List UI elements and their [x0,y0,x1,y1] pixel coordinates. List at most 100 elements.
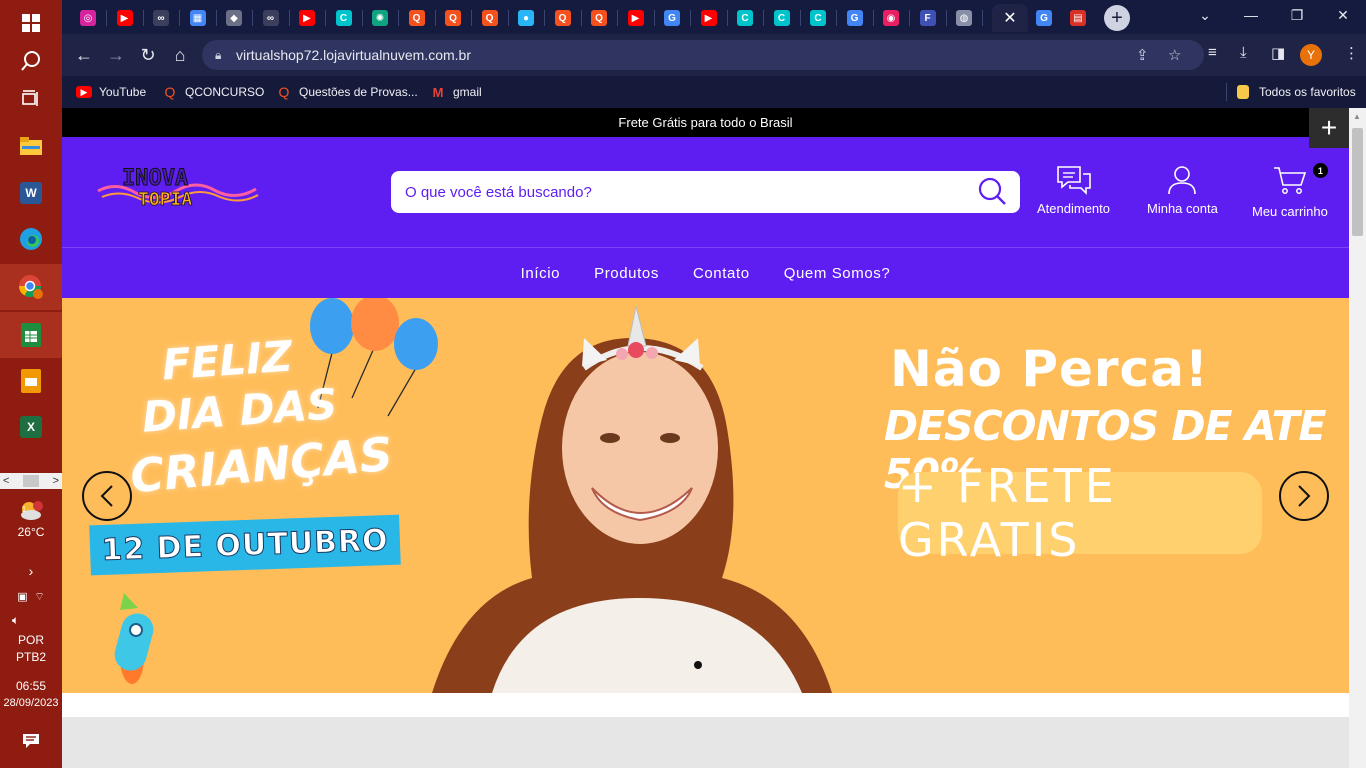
bookmark-star-icon[interactable]: ☆ [1168,46,1181,64]
nav-quem-somos[interactable]: Quem Somos? [784,265,891,282]
notifications-icon[interactable] [0,718,62,764]
restore-button[interactable]: ❐ [1274,0,1320,30]
browser-tab[interactable]: ▶ [107,4,143,32]
nav-produtos[interactable]: Produtos [594,265,659,282]
nav-contato[interactable]: Contato [693,265,750,282]
browser-tab[interactable]: Q [581,4,617,32]
bookmark-qconcurso[interactable]: Q QCONCURSO [162,83,265,101]
new-tab-button[interactable]: + [1104,5,1130,31]
bookmark-questoes[interactable]: Q Questões de Provas... [276,83,418,101]
home-button[interactable]: ⌂ [166,41,194,69]
active-tab[interactable]: ✕ [992,4,1028,32]
back-button[interactable]: ← [70,41,98,69]
language-line2[interactable]: PTB2 [0,649,62,665]
address-bar[interactable]: 🔒︎ virtualshop72.lojavirtualnuvem.com.br… [202,40,1204,70]
browser-tab[interactable]: Q [435,4,471,32]
plus-button[interactable]: + [1309,108,1349,148]
browser-tab[interactable]: ◆ [216,4,252,32]
profile-avatar[interactable]: Y [1300,44,1322,66]
scroll-right-icon[interactable]: > [53,475,59,487]
browser-tab[interactable]: ● [508,4,544,32]
scroll-up-icon[interactable]: ▲ [1353,112,1361,121]
tab-pdf[interactable]: ▤ [1060,4,1096,32]
camera-icon[interactable]: ▣ [17,591,27,603]
close-tab-icon[interactable]: ✕ [1003,8,1016,28]
browser-tab[interactable]: Q [399,4,435,32]
chevron-right-icon[interactable]: › [0,563,62,579]
banner-headline: Não Perca! [890,340,1209,398]
menu-kebab-icon[interactable]: ⋮ [1344,44,1359,62]
forward-button[interactable]: → [102,41,130,69]
reload-button[interactable]: ↻ [134,41,162,69]
browser-tab[interactable]: ▶ [691,4,727,32]
task-view-icon[interactable] [0,76,62,122]
edge-icon[interactable] [0,216,62,262]
store-logo[interactable]: INOVA TOPIA [96,161,261,211]
chevron-right-icon [1298,485,1311,507]
sheets-icon[interactable] [0,312,62,358]
browser-tab[interactable]: ◉ [873,4,909,32]
search-bar [391,171,1020,213]
taskbar-scrollbar[interactable]: < > [0,473,62,489]
minimize-button[interactable]: — [1228,0,1274,30]
browser-tab[interactable]: ▦ [180,4,216,32]
browser-tab[interactable]: ◎ [70,4,106,32]
browser-tab[interactable]: ◍ [946,4,982,32]
store-page: Frete Grátis para todo o Brasil + INOVA … [62,108,1349,768]
page-scrollbar[interactable]: ▲ [1349,108,1366,768]
volume-icon[interactable]: 🔈︎ [0,612,62,628]
share-icon[interactable]: ⇪ [1136,46,1149,64]
tab-google[interactable]: G [1026,4,1062,32]
search-icon[interactable] [977,177,1009,207]
scrollbar-thumb[interactable] [1352,128,1363,236]
all-bookmarks[interactable]: Todos os favoritos [1226,83,1356,101]
system-tray-icons[interactable]: ▣ ⌔ [0,588,62,605]
browser-tab[interactable]: C [764,4,800,32]
browser-tab[interactable]: ✺ [362,4,398,32]
browser-tab[interactable]: F [910,4,946,32]
browser-tab[interactable]: G [654,4,690,32]
hero-banner[interactable]: FELIZ DIA DAS CRIANÇAS 12 DE OUTUBRO Não… [62,298,1349,693]
next-slide-button[interactable] [1279,471,1329,521]
url-text[interactable]: virtualshop72.lojavirtualnuvem.com.br [236,47,471,63]
browser-tab[interactable]: Q [472,4,508,32]
slides-icon[interactable] [0,358,62,404]
account-link[interactable]: Minha conta [1147,165,1218,216]
browser-tab[interactable]: ∞ [143,4,179,32]
logo-line1: INOVA [122,166,188,191]
slide-indicator-active[interactable] [694,661,702,669]
support-link[interactable]: Atendimento [1037,165,1110,216]
browser-tab[interactable]: C [800,4,836,32]
browser-tab[interactable]: C [326,4,362,32]
cart-link[interactable]: 1 Meu carrinho [1252,163,1328,219]
excel-icon[interactable]: X [0,404,62,450]
nav-inicio[interactable]: Início [521,265,560,282]
reading-list-icon[interactable]: ≡ [1208,44,1217,61]
bookmark-youtube[interactable]: ▶ YouTube [76,83,146,101]
search-input[interactable] [403,171,963,213]
word-icon[interactable]: W [0,170,62,216]
browser-tab[interactable]: G [837,4,873,32]
language-line1[interactable]: POR [0,632,62,648]
browser-tab[interactable]: Q [545,4,581,32]
weather-temperature[interactable]: 26°C [0,524,62,540]
download-icon[interactable]: ⤓ [1240,44,1247,61]
file-explorer-icon[interactable] [0,123,62,169]
side-panel-icon[interactable]: ◨ [1271,44,1285,62]
close-window-button[interactable]: ✕ [1320,0,1366,30]
tab-search-icon[interactable]: ⌄ [1182,0,1228,30]
browser-tab[interactable]: ▶ [289,4,325,32]
chrome-taskbar-icon[interactable] [0,264,62,310]
wifi-icon[interactable]: ⌔ [34,591,44,603]
site-info-icon[interactable]: 🔒︎ [215,48,221,63]
clock-time[interactable]: 06:55 [0,678,62,694]
browser-tab[interactable]: ∞ [253,4,289,32]
prev-slide-button[interactable] [82,471,132,521]
browser-tab[interactable]: ▶ [618,4,654,32]
bookmark-gmail[interactable]: M gmail [430,83,482,101]
browser-tab[interactable]: C [727,4,763,32]
clock-date[interactable]: 28/09/2023 [0,695,62,711]
scroll-thumb[interactable] [23,475,39,487]
scroll-left-icon[interactable]: < [3,475,9,487]
cart-label: Meu carrinho [1252,204,1328,219]
